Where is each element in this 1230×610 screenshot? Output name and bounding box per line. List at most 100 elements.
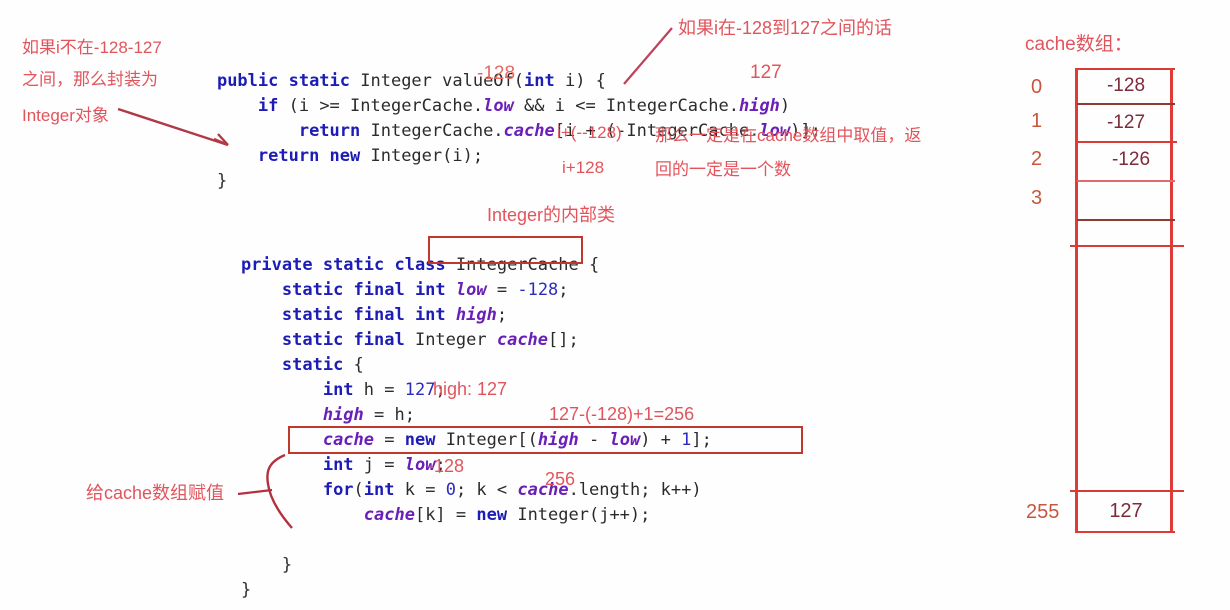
code-token: 127 [404, 380, 436, 400]
code-line: high = h; [200, 405, 415, 425]
code-line: int j = low; [200, 455, 446, 475]
code-token: int [322, 380, 354, 400]
cache-length-value: 256 [545, 469, 576, 489]
code-token: } [200, 555, 293, 575]
code-token: [k] = [414, 505, 477, 525]
code-token: public static [216, 71, 361, 91]
code-token: = [486, 280, 518, 300]
code-token: && i <= IntegerCache. [513, 96, 739, 116]
code-token: ) [779, 96, 791, 116]
code-token: new [476, 505, 508, 525]
code-token: high [322, 405, 364, 425]
code-token: ( [353, 480, 364, 500]
cache-value-2: -126 [1111, 149, 1151, 170]
code-token: (i >= IntegerCache. [278, 96, 484, 116]
code-line: for(int k = 0; k < cache.length; k++) [200, 480, 702, 500]
code-token: if [257, 96, 279, 116]
cache-index-1: 1 [1031, 110, 1043, 132]
code-token: int [322, 455, 354, 475]
code-token: = h; [363, 405, 415, 425]
code-line: } [176, 171, 227, 191]
code-token: for [322, 480, 354, 500]
cache-alloc-box [288, 426, 803, 454]
cache-index-0: 0 [1031, 76, 1043, 98]
code-line: static final int high; [200, 305, 507, 325]
code-line: static final int low = -128; [200, 280, 569, 300]
code-line: static final Integer cache[]; [200, 330, 579, 350]
code-line: cache[k] = new Integer(j++); [200, 505, 651, 525]
index-expression-2: i+128 [562, 158, 605, 177]
code-token: cache [496, 330, 549, 350]
code-token: Integer(i); [360, 146, 484, 166]
cache-value-255: 127 [1109, 500, 1143, 522]
code-token: high [738, 96, 780, 116]
index-expression-1: i+(--128) [557, 123, 622, 142]
code-token: low [483, 96, 514, 116]
cache-index-2: 2 [1031, 148, 1043, 170]
code-line: int h = 127; [200, 380, 446, 400]
cache-row-divider-top [1077, 68, 1175, 70]
left-note-line-1: 如果i不在-128-127 [22, 38, 162, 57]
code-line: return new Integer(i); [176, 146, 483, 166]
code-token: []; [548, 330, 579, 350]
code-line: if (i >= IntegerCache.low && i <= Intege… [176, 96, 790, 116]
code-token: ; [558, 280, 569, 300]
code-line: public static Integer valueOf(int i) { [176, 71, 606, 91]
integercache-name-box [428, 236, 583, 264]
cache-row-divider-255 [1070, 490, 1184, 492]
cache-row-divider-3 [1077, 180, 1175, 182]
code-token: ; [496, 305, 508, 325]
code-token: static [281, 355, 344, 375]
code-token: } [176, 171, 228, 191]
high-value-annotation-top: 127 [750, 62, 782, 83]
high-value-note: high: 127 [433, 379, 508, 399]
top-note: 如果i在-128到127之间的话 [678, 18, 893, 38]
cache-row-divider-2 [1077, 141, 1177, 143]
code-token: Integer [404, 330, 497, 350]
size-calculation-note: 127-(-128)+1=256 [549, 404, 695, 424]
code-token: 0 [445, 480, 456, 500]
cache-value-0: -128 [1106, 75, 1146, 96]
cache-row-divider-5 [1070, 245, 1184, 247]
low-value-annotation-j: -128 [428, 456, 465, 476]
code-token: static final [281, 330, 405, 350]
code-token: IntegerCache. [360, 121, 504, 141]
cache-index-255: 255 [1026, 501, 1060, 523]
code-token: return new [257, 146, 361, 166]
code-token: i) { [554, 71, 606, 91]
code-token: h = [353, 380, 405, 400]
cache-array-table: -128 -127 -126 127 [1070, 68, 1184, 533]
code-token: static final int [281, 305, 446, 325]
left-note-line-3: Integer对象 [22, 106, 109, 125]
cache-index-3: 3 [1031, 187, 1043, 209]
code-token: } [200, 580, 252, 600]
code-token: int [363, 480, 395, 500]
code-token: high [455, 305, 497, 325]
code-token: { [343, 355, 364, 375]
cache-row-divider-4 [1077, 219, 1175, 221]
code-token: int [524, 71, 555, 91]
code-line: } [200, 580, 251, 600]
code-token: return [298, 121, 361, 141]
low-value-annotation-top: -128 [477, 63, 516, 84]
assign-note: 给cache数组赋值 [86, 483, 225, 503]
code-token: -128 [517, 280, 559, 300]
cache-value-1: -127 [1106, 112, 1146, 133]
code-token: cache [363, 505, 415, 525]
return-note-line-2: 回的一定是一个数 [655, 160, 791, 179]
cache-array-title: cache数组： [1025, 34, 1133, 55]
inner-class-note: Integer的内部类 [487, 205, 616, 225]
